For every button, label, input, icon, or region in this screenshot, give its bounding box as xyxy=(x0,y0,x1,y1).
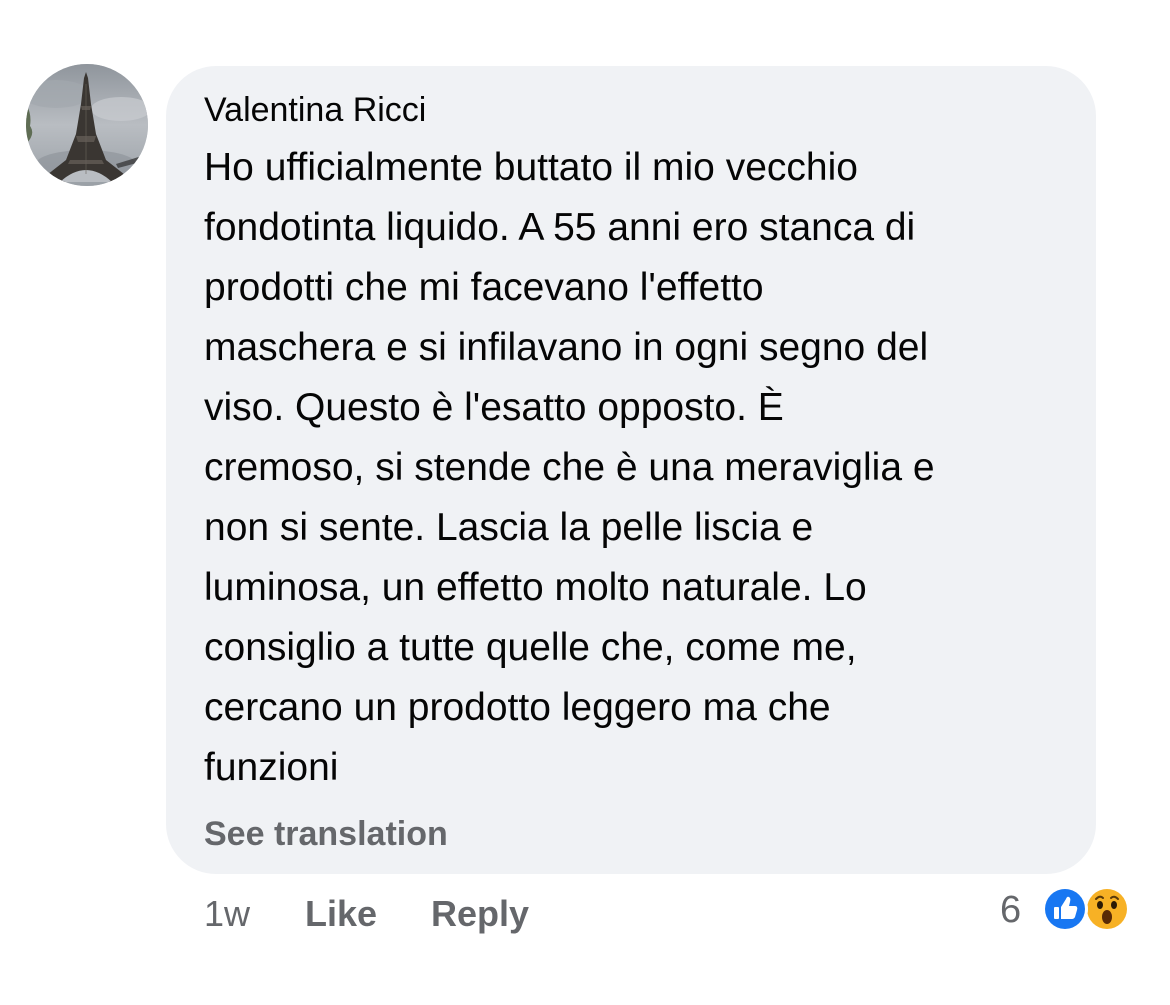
comment-text-line: cercano un prodotto leggero ma che xyxy=(204,686,831,729)
like-reaction-icon xyxy=(1042,886,1088,932)
comment-text-line: consiglio a tutte quelle che, come me, xyxy=(204,626,857,669)
timestamp[interactable]: 1w xyxy=(204,892,250,936)
comment-text-line: luminosa, un effetto molto naturale. Lo xyxy=(204,566,867,609)
comment-text-line: Ho ufficialmente buttato il mio vecchio xyxy=(204,146,858,189)
comment-author[interactable]: Valentina Ricci xyxy=(204,88,426,132)
comment-text-line: non si sente. Lascia la pelle liscia e xyxy=(204,506,814,549)
comment-text-line: cremoso, si stende che è una meraviglia … xyxy=(204,446,935,489)
reply-button[interactable]: Reply xyxy=(431,892,529,936)
comment-text-line: maschera e si infilavano in ogni segno d… xyxy=(204,326,929,369)
comment-text: Ho ufficialmente buttato il mio vecchio … xyxy=(204,138,1084,798)
avatar[interactable] xyxy=(26,64,148,186)
comment-text-line: prodotti che mi facevano l'effetto xyxy=(204,266,764,309)
eiffel-tower-photo xyxy=(26,64,148,186)
see-translation-link[interactable]: See translation xyxy=(204,812,448,856)
like-button[interactable]: Like xyxy=(305,892,377,936)
reaction-count[interactable]: 6 xyxy=(1000,888,1021,932)
reactions-summary[interactable] xyxy=(1040,884,1140,936)
comment-text-line: funzioni xyxy=(204,746,339,789)
comment-text-line: viso. Questo è l'esatto opposto. È xyxy=(204,386,784,429)
comment-text-line: fondotinta liquido. A 55 anni ero stanca… xyxy=(204,206,916,249)
